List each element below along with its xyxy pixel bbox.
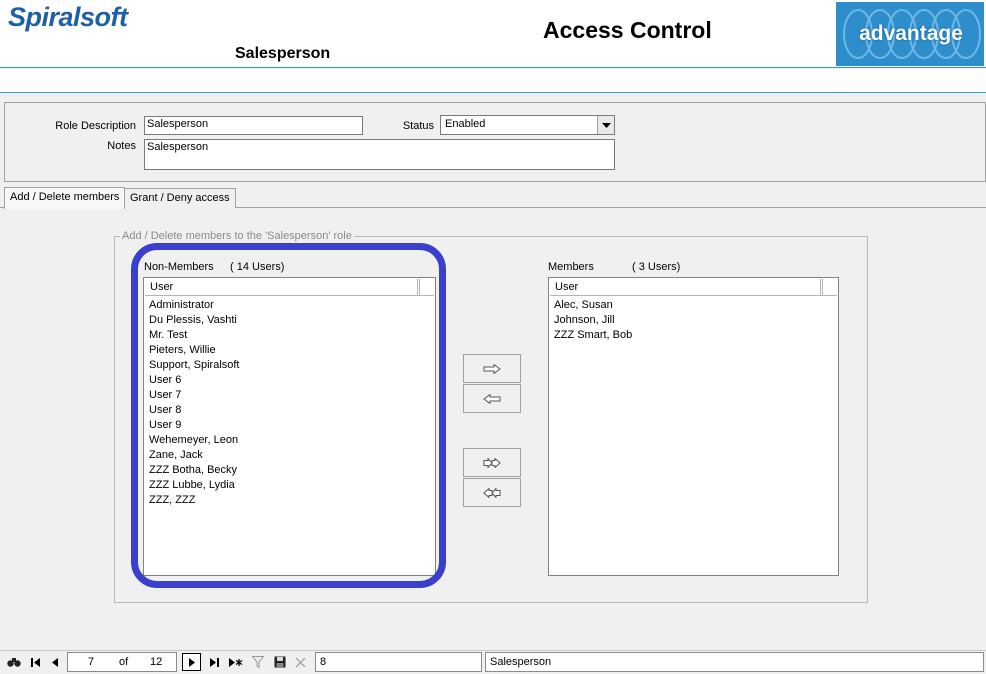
- role-description-label: Role Description: [55, 120, 136, 132]
- of-label: of: [119, 656, 129, 668]
- status-selected-value: Enabled: [445, 118, 486, 130]
- list-item[interactable]: Alec, Susan: [554, 298, 632, 313]
- arrow-right-icon: [483, 363, 501, 374]
- list-item[interactable]: Zane, Jack: [149, 448, 240, 463]
- list-item[interactable]: ZZZ Botha, Becky: [149, 463, 240, 478]
- spiralsoft-logo: Spiralsoft: [8, 2, 128, 32]
- find-record-button[interactable]: [4, 653, 23, 671]
- list-item[interactable]: User 8: [149, 403, 240, 418]
- non-members-list[interactable]: User Administrator Du Plessis, Vashti Mr. …: [143, 277, 436, 576]
- role-description-input[interactable]: Salesperson: [144, 116, 363, 135]
- chevron-down-icon[interactable]: [597, 116, 614, 134]
- members-count: ( 3 Users): [632, 261, 681, 273]
- list-item[interactable]: Administrator: [149, 298, 240, 313]
- list-item[interactable]: User 6: [149, 373, 240, 388]
- save-disk-icon: [274, 656, 285, 668]
- members-list[interactable]: User Alec, Susan Johnson, Jill ZZZ Smart, …: [548, 277, 839, 576]
- double-arrow-left-icon: [483, 487, 501, 498]
- record-position-box[interactable]: 7 of 12: [67, 652, 177, 672]
- non-members-caption: Non-Members: [144, 261, 214, 273]
- first-record-icon: [30, 657, 40, 667]
- new-record-icon: [228, 657, 242, 667]
- record-navigation-bar: 7 of 12 8 Salesperson: [0, 650, 986, 672]
- next-record-icon: [189, 657, 195, 667]
- binoculars-icon: [6, 658, 21, 667]
- brand-text: advantage: [859, 22, 963, 45]
- notes-textarea[interactable]: Salesperson: [144, 139, 615, 170]
- first-record-button[interactable]: [26, 653, 45, 671]
- remove-all-members-button[interactable]: [463, 478, 521, 507]
- new-record-button[interactable]: [226, 653, 245, 671]
- column-header-spacer: [820, 279, 837, 295]
- add-member-button[interactable]: [463, 354, 521, 383]
- save-record-button[interactable]: [270, 653, 289, 671]
- tab-grant-deny-access[interactable]: Grant / Deny access: [124, 188, 236, 208]
- filter-value-box[interactable]: 8: [315, 652, 482, 672]
- non-members-list-header: User: [145, 279, 434, 296]
- total-records-number: 12: [150, 656, 163, 668]
- list-item[interactable]: ZZZ, ZZZ: [149, 493, 240, 508]
- status-label: Status: [402, 120, 434, 132]
- members-rows: Alec, Susan Johnson, Jill ZZZ Smart, Bob: [554, 298, 632, 343]
- arrow-left-icon: [483, 393, 501, 404]
- current-record-number: 7: [88, 656, 95, 668]
- double-arrow-right-icon: [483, 457, 501, 468]
- funnel-icon: [251, 656, 264, 668]
- page-title: Access Control: [543, 17, 712, 43]
- last-record-icon: [209, 657, 219, 667]
- list-item[interactable]: Mr. Test: [149, 328, 240, 343]
- tab-add-delete-members[interactable]: Add / Delete members: [4, 187, 126, 209]
- header-band: [0, 69, 986, 93]
- members-caption: Members: [548, 261, 594, 273]
- list-item[interactable]: User 9: [149, 418, 240, 433]
- list-item[interactable]: Pieters, Willie: [149, 343, 240, 358]
- last-record-button[interactable]: [205, 653, 224, 671]
- advantage-logo: advantage: [836, 2, 984, 66]
- list-item[interactable]: ZZZ Lubbe, Lydia: [149, 478, 240, 493]
- record-status-box: Salesperson: [485, 652, 984, 672]
- notes-label: Notes: [107, 140, 136, 152]
- groupbox-legend: Add / Delete members to the 'Salesperson…: [120, 230, 354, 242]
- members-list-header: User: [550, 279, 837, 296]
- list-item[interactable]: ZZZ Smart, Bob: [554, 328, 632, 343]
- delete-record-button[interactable]: [291, 653, 310, 671]
- page-subtitle: Salesperson: [235, 45, 331, 62]
- next-record-button[interactable]: [182, 653, 201, 671]
- list-item[interactable]: User 7: [149, 388, 240, 403]
- non-members-rows: Administrator Du Plessis, Vashti Mr. Test P…: [149, 298, 240, 508]
- list-item[interactable]: Du Plessis, Vashti: [149, 313, 240, 328]
- delete-x-icon: [295, 656, 306, 668]
- column-header-spacer: [417, 279, 434, 295]
- filter-button[interactable]: [248, 653, 267, 671]
- remove-member-button[interactable]: [463, 384, 521, 413]
- list-item[interactable]: Wehemeyer, Leon: [149, 433, 240, 448]
- list-item[interactable]: Johnson, Jill: [554, 313, 632, 328]
- user-column-header[interactable]: User: [550, 279, 823, 295]
- previous-record-button[interactable]: [46, 653, 65, 671]
- previous-record-icon: [52, 657, 58, 667]
- user-column-header[interactable]: User: [145, 279, 420, 295]
- list-item[interactable]: Support, Spiralsoft: [149, 358, 240, 373]
- status-select[interactable]: Enabled: [440, 115, 615, 135]
- app-header: Spiralsoft Access Control Salesperson ad…: [0, 0, 986, 68]
- add-all-members-button[interactable]: [463, 448, 521, 477]
- non-members-count: ( 14 Users): [230, 261, 285, 273]
